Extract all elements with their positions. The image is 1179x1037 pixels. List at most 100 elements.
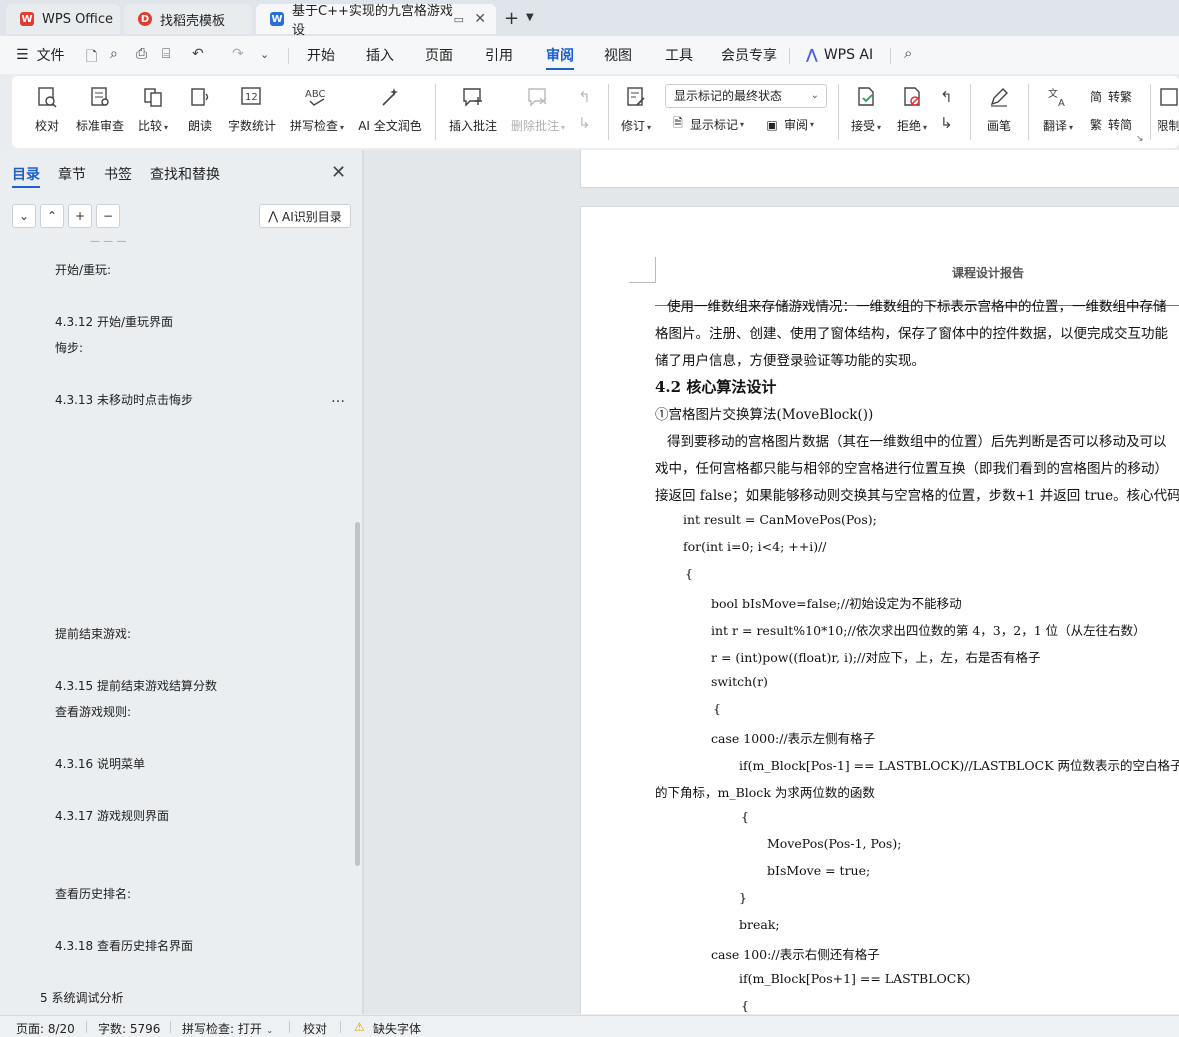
toc-item[interactable]: 查看游戏规则: (55, 703, 131, 720)
menu-item-insert[interactable]: 插入 (366, 36, 394, 74)
toc-item[interactable]: 4.3.17 游戏规则界面 (55, 807, 169, 824)
more-options-icon[interactable]: … (331, 390, 346, 406)
code-line: } (739, 890, 747, 905)
insert-comment-button[interactable]: 插入批注 (448, 82, 498, 140)
new-tab-icon[interactable]: + (504, 8, 519, 29)
undo-icon[interactable]: ↶ (192, 46, 204, 62)
compare-icon (140, 84, 166, 110)
code-line: case 1000://表示左侧有格子 (711, 731, 876, 746)
restrict-editing-button[interactable]: 限制 (1158, 82, 1179, 140)
tab-find-replace[interactable]: 查找和替换 (150, 164, 220, 184)
toc-item[interactable]: 5 系统调试分析 (40, 989, 123, 1006)
save-icon[interactable]: 🗋 (86, 46, 97, 70)
toc-item[interactable]: 4.3.15 提前结束游戏结算分数 (55, 677, 217, 694)
document-page[interactable]: 课程设计报告 使用一维数组来存储游戏情况：一维数组的下标表示宫格中的位置，一维数… (580, 206, 1179, 1014)
toc-item[interactable]: 4.3.16 说明菜单 (55, 755, 145, 772)
ai-polish-button[interactable]: AI 全文润色 (357, 82, 423, 140)
ai-toc-button[interactable]: ⋀ AI识别目录 (259, 204, 351, 228)
code-line: case 100://表示右侧还有格子 (711, 947, 880, 962)
word-count-indicator[interactable]: 字数: 5796 (98, 1020, 160, 1037)
plus-icon: + (74, 209, 86, 223)
chevron-down-icon[interactable]: ⌄ (260, 48, 269, 61)
chevron-down-icon[interactable]: ▼ (526, 12, 534, 23)
collapse-all-button[interactable]: ⌃ (40, 204, 64, 228)
toc-item[interactable]: 4.3.13 未移动时点击悔步 (55, 391, 193, 408)
tab-bookmarks[interactable]: 书签 (104, 164, 132, 184)
chevron-down-icon: ⌄ (810, 90, 819, 101)
navigation-pane: 目录 章节 书签 查找和替换 ✕ ⌄ ⌃ + − ⋀ AI识别目录 — — — … (0, 150, 362, 1014)
format-painter-icon[interactable]: ⌕ (110, 46, 118, 62)
search-icon[interactable]: ⌕ (904, 44, 912, 62)
docer-logo-icon: D (138, 12, 152, 26)
toc-item[interactable]: 4.3.12 开始/重玩界面 (55, 313, 173, 330)
insert-comment-icon (460, 84, 486, 110)
menu-item-references[interactable]: 引用 (485, 36, 513, 74)
redo-icon[interactable]: ↷ (232, 46, 244, 62)
toc-scrollbar[interactable] (355, 522, 360, 866)
proofread-button[interactable]: 校对 (32, 82, 62, 140)
menu-item-tools[interactable]: 工具 (665, 36, 693, 74)
standard-review-button[interactable]: 标准审查 (74, 82, 126, 140)
dialog-launcher-icon[interactable]: ↘ (1136, 134, 1144, 144)
tab-toc[interactable]: 目录 (12, 164, 40, 184)
previous-comment-icon[interactable]: ↰ (578, 88, 591, 106)
show-markup-button[interactable]: 🗎 显示标记 ▾ (670, 116, 744, 133)
toc-item[interactable]: 提前结束游戏: (55, 625, 131, 642)
proofread-icon (34, 84, 60, 110)
delete-comment-button[interactable]: 删除批注 ▾ (508, 82, 568, 140)
page-indicator[interactable]: 页面: 8/20 (16, 1020, 75, 1037)
toc-item[interactable]: 开始/重玩: (55, 261, 111, 278)
file-menu[interactable]: ☰ 文件 (16, 36, 65, 74)
code-line: bIsMove = true; (767, 863, 871, 878)
print-preview-icon[interactable]: ⌸ (162, 46, 170, 62)
spell-check-status[interactable]: 拼写检查: 打开 ⌄ (182, 1020, 273, 1037)
tab-current-document[interactable]: W 基于C++实现的九宫格游戏 设 ▭ ✕ (256, 4, 496, 38)
svg-text:ABC: ABC (305, 89, 326, 100)
menu-item-review[interactable]: 审阅 (546, 36, 574, 74)
previous-change-icon[interactable]: ↰ (940, 88, 953, 106)
toc-item[interactable]: 4.3.18 查看历史排名界面 (55, 937, 193, 954)
document-canvas[interactable]: 课程设计报告 使用一维数组来存储游戏情况：一维数组的下标表示宫格中的位置，一维数… (364, 150, 1179, 1014)
menu-item-view[interactable]: 视图 (604, 36, 632, 74)
translate-button[interactable]: 文A 翻译 ▾ (1040, 82, 1076, 140)
ai-icon: ⋀ (268, 209, 279, 223)
wps-ai-button[interactable]: ⋀ WPS AI (806, 36, 873, 74)
track-changes-button[interactable]: 修订 ▾ (618, 82, 654, 140)
hamburger-icon: ☰ (16, 47, 29, 63)
reviewing-pane-button[interactable]: ▣ 审阅 ▾ (764, 116, 814, 133)
next-change-icon[interactable]: ↳ (940, 114, 953, 132)
read-aloud-button[interactable]: 朗读 (187, 82, 213, 140)
writer-logo-icon: W (270, 12, 284, 26)
status-bar: 页面: 8/20 字数: 5796 拼写检查: 打开 ⌄ 校对 ⚠ 缺失字体 (0, 1015, 1179, 1037)
to-simplified-button[interactable]: 繁 转简 (1088, 116, 1132, 133)
markup-state-select[interactable]: 显示标记的最终状态 ⌄ (665, 84, 827, 108)
menu-item-membership[interactable]: 会员专享 (721, 36, 777, 74)
menu-item-home[interactable]: 开始 (307, 36, 335, 74)
word-count-button[interactable]: 12 字数统计 (226, 82, 278, 140)
reviewing-pane-icon: ▣ (766, 117, 778, 132)
remove-heading-button[interactable]: − (96, 204, 120, 228)
toc-item[interactable]: 查看历史排名: (55, 885, 131, 902)
to-traditional-button[interactable]: 简 转繁 (1088, 88, 1132, 105)
tab-docer-templates[interactable]: D 找稻壳模板 (124, 4, 252, 34)
simplified-char-icon: 简 (1089, 90, 1102, 104)
print-icon[interactable]: ⎙ (136, 46, 147, 62)
reject-button[interactable]: 拒绝 ▾ (894, 82, 930, 140)
spell-check-button[interactable]: ABC 拼写检查 ▾ (287, 82, 347, 140)
proofread-status[interactable]: 校对 (303, 1020, 327, 1037)
missing-font-status[interactable]: 缺失字体 (373, 1020, 421, 1037)
toc-item[interactable]: 悔步: (55, 339, 83, 356)
tab-wps-office[interactable]: W WPS Office (6, 4, 120, 34)
pen-button[interactable]: 画笔 (984, 82, 1014, 140)
tab-chapters[interactable]: 章节 (58, 164, 86, 184)
close-tab-icon[interactable]: ✕ (474, 11, 486, 27)
add-heading-button[interactable]: + (68, 204, 92, 228)
code-line: switch(r) (711, 674, 768, 689)
monitor-icon[interactable]: ▭ (454, 13, 464, 26)
close-icon[interactable]: ✕ (331, 162, 346, 183)
expand-all-button[interactable]: ⌄ (12, 204, 36, 228)
next-comment-icon[interactable]: ↳ (578, 114, 591, 132)
menu-item-page[interactable]: 页面 (425, 36, 453, 74)
accept-button[interactable]: 接受 ▾ (848, 82, 884, 140)
compare-button[interactable]: 比较 ▾ (135, 82, 171, 140)
